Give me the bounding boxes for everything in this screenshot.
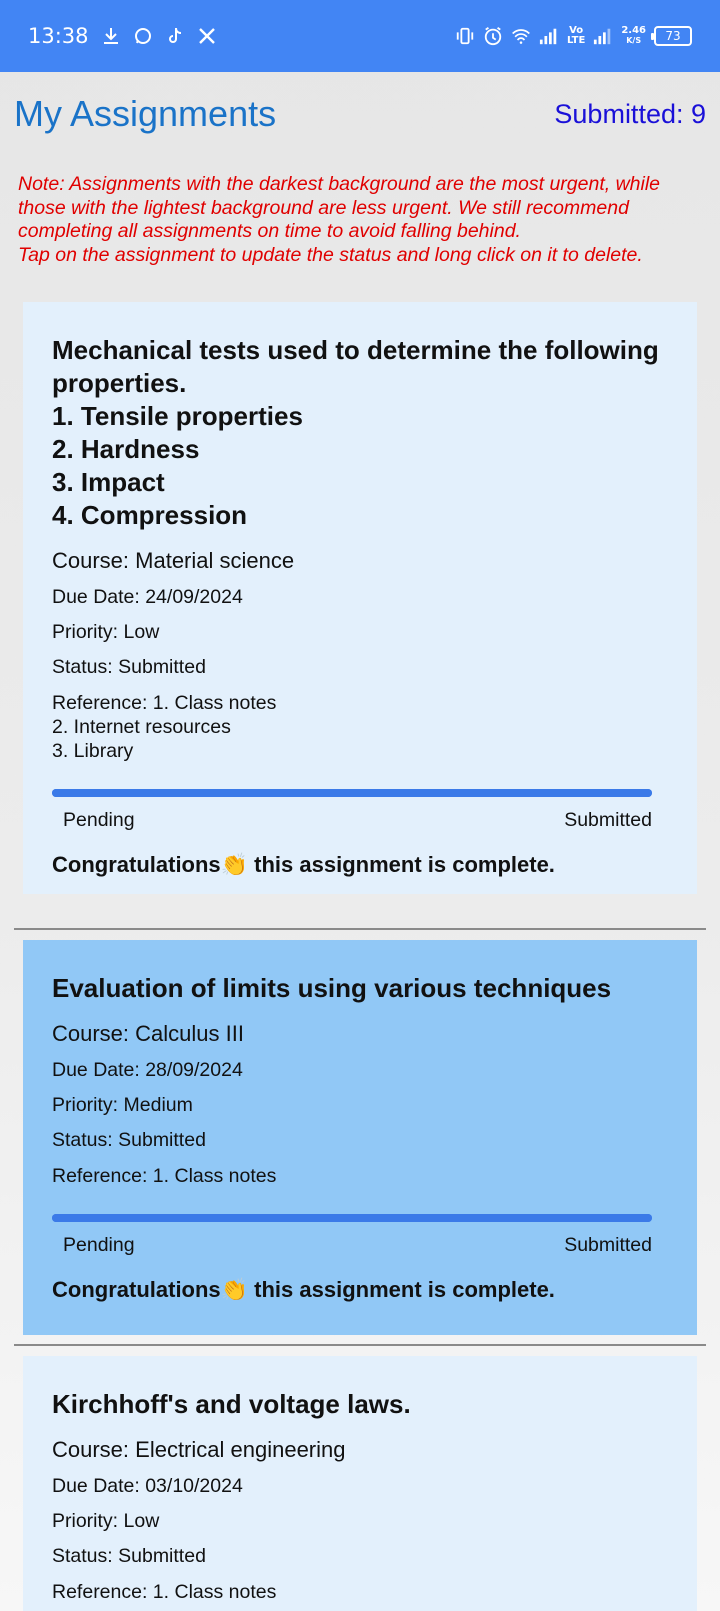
network-speed: 2.46 K/S [621, 26, 646, 46]
assignment-due-date: Due Date: 03/10/2024 [52, 1475, 243, 1497]
assignment-status: Status: Submitted [52, 656, 206, 678]
assignment-priority: Priority: Low [52, 1510, 160, 1532]
signal-icon [593, 26, 613, 46]
signal-icon [539, 26, 559, 46]
progress-end-label: Submitted [564, 809, 652, 831]
assignment-course: Course: Material science [52, 548, 295, 573]
assignment-title: Kirchhoff's and voltage laws. [52, 1389, 411, 1419]
assignment-course: Course: Calculus III [52, 1021, 244, 1046]
battery-level: 73 [665, 29, 681, 43]
assignment-reference: Reference: 1. Class notes 2. Internet re… [52, 692, 277, 762]
progress-end-label: Submitted [564, 1234, 652, 1256]
assignment-status: Status: Submitted [52, 1545, 206, 1567]
assignment-card[interactable]: Kirchhoff's and voltage laws. Course: El… [23, 1356, 697, 1611]
download-icon [101, 26, 121, 46]
submitted-count: Submitted: 9 [554, 98, 706, 129]
assignment-title: Evaluation of limits using various techn… [52, 973, 612, 1003]
header: My Assignments Submitted: 9 [14, 88, 706, 140]
assignment-reference: Reference: 1. Class notes [52, 1165, 277, 1187]
network-speed-value: 2.46 [621, 25, 646, 36]
vibrate-icon [455, 26, 475, 46]
battery-icon: 73 [651, 26, 692, 46]
status-bar: 13:38 Vo LTE 2.46 K/S 73 [0, 0, 720, 72]
assignment-card[interactable]: Evaluation of limits using various techn… [23, 940, 697, 1335]
network-speed-unit: K/S [626, 36, 642, 45]
urgency-note: Note: Assignments with the darkest backg… [18, 173, 661, 266]
progress-labels: Pending Submitted [52, 809, 652, 832]
assignment-status: Status: Submitted [52, 1129, 206, 1151]
progress-bar [52, 789, 652, 797]
divider [14, 1344, 706, 1346]
divider [14, 928, 706, 930]
assignment-due-date: Due Date: 24/09/2024 [52, 586, 243, 608]
whatsapp-icon [133, 26, 153, 46]
progress-fill [52, 1214, 652, 1222]
assignment-reference: Reference: 1. Class notes [52, 1581, 277, 1603]
progress-fill [52, 789, 652, 797]
assignment-priority: Priority: Low [52, 621, 160, 643]
completion-message: Congratulations👏 this assignment is comp… [52, 852, 555, 877]
assignment-due-date: Due Date: 28/09/2024 [52, 1059, 243, 1081]
wifi-icon [511, 26, 531, 46]
assignment-card[interactable]: Mechanical tests used to determine the f… [23, 302, 697, 894]
x-icon [197, 26, 217, 46]
progress-start-label: Pending [63, 1234, 135, 1256]
alarm-icon [483, 26, 503, 46]
assignment-title: Mechanical tests used to determine the f… [52, 335, 659, 530]
completion-message: Congratulations👏 this assignment is comp… [52, 1277, 555, 1302]
progress-start-label: Pending [63, 809, 135, 831]
assignment-course: Course: Electrical engineering [52, 1437, 346, 1462]
volte-label: Vo LTE [566, 25, 586, 46]
progress-labels: Pending Submitted [52, 1234, 652, 1257]
page-title: My Assignments [14, 93, 277, 134]
assignment-priority: Priority: Medium [52, 1094, 193, 1116]
clock: 13:38 [28, 24, 89, 48]
tiktok-icon [165, 26, 185, 46]
progress-bar [52, 1214, 652, 1222]
